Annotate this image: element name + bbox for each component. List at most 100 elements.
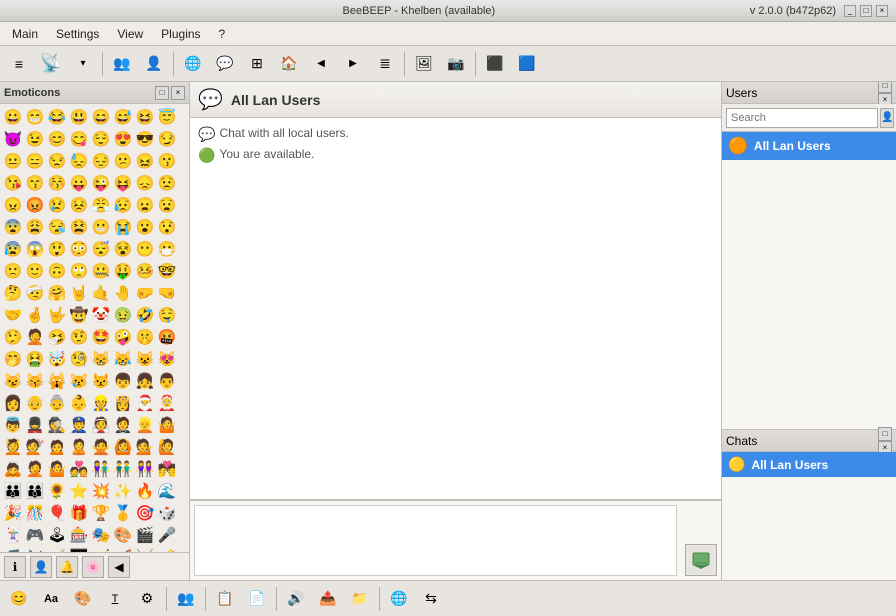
emoji-cell-7-3[interactable]: 🙄 [68,260,90,282]
emoji-cell-8-4[interactable]: 🤙 [90,282,112,304]
emoji-cell-19-0[interactable]: 🃏 [2,524,24,546]
emoji-cell-19-5[interactable]: 🎨 [112,524,134,546]
emoji-cell-13-3[interactable]: 👶 [68,392,90,414]
window-controls[interactable]: _ □ × [844,5,888,17]
chat-item-all-lan[interactable]: 🟡 All Lan Users [722,452,896,477]
emoji-cell-3-1[interactable]: 😙 [24,172,46,194]
emoji-cell-16-2[interactable]: 🤷 [46,458,68,480]
emoji-cell-3-6[interactable]: 😞 [134,172,156,194]
emoji-cell-8-0[interactable]: 🤔 [2,282,24,304]
emoji-cell-1-3[interactable]: 😋 [68,128,90,150]
emoji-cell-6-5[interactable]: 😵 [112,238,134,260]
emoji-cell-12-5[interactable]: 👦 [112,370,134,392]
emoji-cell-17-6[interactable]: 🔥 [134,480,156,502]
emoji-cell-8-1[interactable]: 🤕 [24,282,46,304]
emoji-cell-5-0[interactable]: 😨 [2,216,24,238]
emoji-cell-1-1[interactable]: 😉 [24,128,46,150]
emoji-cell-3-4[interactable]: 😜 [90,172,112,194]
emoji-cell-10-1[interactable]: 🤦 [24,326,46,348]
emoji-cell-11-3[interactable]: 🧐 [68,348,90,370]
emoji-cell-10-3[interactable]: 🤨 [68,326,90,348]
style-btn[interactable]: T [100,585,130,613]
emoji-cell-15-7[interactable]: 🙋 [156,436,178,458]
info-btn[interactable]: ℹ [4,556,26,578]
emoji-cell-16-0[interactable]: 🙇 [2,458,24,480]
emoji-cell-13-2[interactable]: 👵 [46,392,68,414]
paste-btn[interactable]: 📄 [242,585,272,613]
emoji-cell-6-1[interactable]: 😱 [24,238,46,260]
emoji-cell-10-2[interactable]: 🤧 [46,326,68,348]
emoji-cell-14-1[interactable]: 💂 [24,414,46,436]
emoji-cell-1-5[interactable]: 😍 [112,128,134,150]
emoji-cell-3-2[interactable]: 😚 [46,172,68,194]
emoji-cell-2-1[interactable]: 😑 [24,150,46,172]
emoji-cell-8-2[interactable]: 🤗 [46,282,68,304]
emoji-cell-18-1[interactable]: 🎊 [24,502,46,524]
forward-icon[interactable]: ▶ [338,50,368,78]
emoji-cell-18-3[interactable]: 🎁 [68,502,90,524]
emoji-cell-5-6[interactable]: 😮 [134,216,156,238]
menu-settings[interactable]: Settings [48,25,107,43]
emoji-cell-5-7[interactable]: 😯 [156,216,178,238]
emoji-cell-9-0[interactable]: 🤝 [2,304,24,326]
emoji-cell-18-5[interactable]: 🥇 [112,502,134,524]
menu-help[interactable]: ? [211,25,234,43]
emoji-cell-9-2[interactable]: 🤟 [46,304,68,326]
emoji-cell-1-4[interactable]: 😌 [90,128,112,150]
emoji-cell-2-7[interactable]: 😗 [156,150,178,172]
emoji-cell-4-0[interactable]: 😠 [2,194,24,216]
search-user-btn[interactable]: 👤 [880,108,894,128]
emoji-cell-16-6[interactable]: 👭 [134,458,156,480]
emoji-cell-5-3[interactable]: 😫 [68,216,90,238]
emoji-cell-2-4[interactable]: 😔 [90,150,112,172]
emoji-cell-11-7[interactable]: 😻 [156,348,178,370]
emoji-cell-17-5[interactable]: ✨ [112,480,134,502]
emoji-cell-13-1[interactable]: 👴 [24,392,46,414]
list-icon[interactable]: ≣ [370,50,400,78]
group-btn[interactable]: 👥 [171,585,201,613]
emoji-cell-3-7[interactable]: 😟 [156,172,178,194]
emoji-cell-7-5[interactable]: 🤑 [112,260,134,282]
arrows-btn[interactable]: ⇆ [416,585,446,613]
hamburger-icon[interactable]: ≡ [4,50,34,78]
emoji-cell-2-2[interactable]: 😒 [46,150,68,172]
back-icon[interactable]: ◀ [306,50,336,78]
emoji-cell-11-2[interactable]: 🤯 [46,348,68,370]
emoji-cell-0-4[interactable]: 😄 [90,106,112,128]
emoji-cell-16-5[interactable]: 👬 [112,458,134,480]
emoji-cell-16-4[interactable]: 👫 [90,458,112,480]
emoji-cell-11-1[interactable]: 🤮 [24,348,46,370]
chat-input[interactable] [194,505,677,576]
emoji-cell-12-1[interactable]: 😽 [24,370,46,392]
emoji-cell-12-3[interactable]: 😿 [68,370,90,392]
emoji-cell-17-1[interactable]: 👨‍👩‍👦 [24,480,46,502]
emoji-cell-4-4[interactable]: 😤 [90,194,112,216]
emoji-cell-15-6[interactable]: 💁 [134,436,156,458]
menu-view[interactable]: View [109,25,151,43]
chat-icon[interactable]: 💬 [210,50,240,78]
close-btn[interactable]: × [876,5,888,17]
folder-btn[interactable]: 📁 [345,585,375,613]
emoji-cell-17-4[interactable]: 💥 [90,480,112,502]
emoji-cell-14-3[interactable]: 👮 [68,414,90,436]
emoji-cell-19-7[interactable]: 🎤 [156,524,178,546]
emoji-cell-4-5[interactable]: 😥 [112,194,134,216]
emoji-cell-3-0[interactable]: 😘 [2,172,24,194]
emoji-cell-2-5[interactable]: 😕 [112,150,134,172]
emoji-cell-6-0[interactable]: 😰 [2,238,24,260]
emoji-cell-15-1[interactable]: 💇 [24,436,46,458]
flower-btn[interactable]: 🌸 [82,556,104,578]
emoji-cell-15-4[interactable]: 🙅 [90,436,112,458]
emoji-cell-12-2[interactable]: 🙀 [46,370,68,392]
emoji-cell-3-5[interactable]: 😝 [112,172,134,194]
network-icon[interactable]: 🌐 [178,50,208,78]
users-icon[interactable]: 👥 [107,50,137,78]
emoji-cell-0-3[interactable]: 😃 [68,106,90,128]
emoji-cell-0-2[interactable]: 😂 [46,106,68,128]
emoji-cell-0-6[interactable]: 😆 [134,106,156,128]
emoji-cell-18-7[interactable]: 🎲 [156,502,178,524]
emoji-cell-18-6[interactable]: 🎯 [134,502,156,524]
emoji-cell-5-1[interactable]: 😩 [24,216,46,238]
user-add-icon[interactable]: 👤 [139,50,169,78]
emoji-cell-9-1[interactable]: 🤞 [24,304,46,326]
